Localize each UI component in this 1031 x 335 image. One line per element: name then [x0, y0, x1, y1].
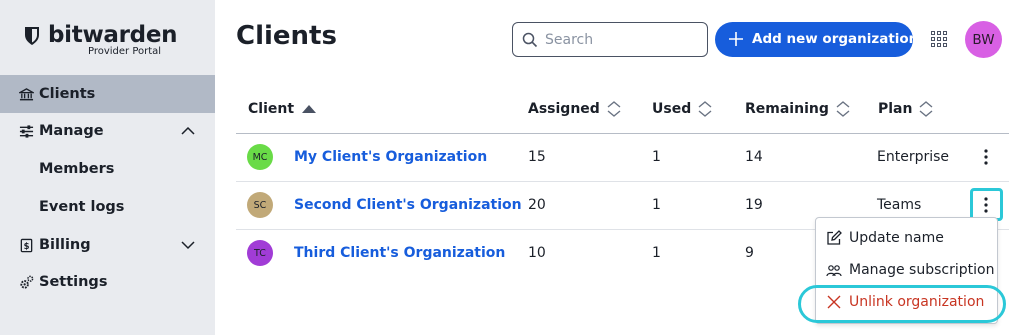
column-header-label: Remaining: [745, 101, 829, 117]
column-header-remaining[interactable]: Remaining: [745, 101, 850, 117]
assigned-cell: 10: [528, 245, 546, 261]
unlink-highlight: [798, 285, 1006, 323]
sidebar-item-event-logs[interactable]: Event logs: [0, 188, 215, 226]
edit-icon: [827, 230, 842, 245]
remaining-cell: 14: [745, 149, 763, 165]
plan-cell: Enterprise: [877, 149, 950, 165]
add-button-label: Add new organization: [752, 31, 919, 47]
sidebar-item-label: Members: [39, 161, 115, 177]
plan-cell: Teams: [877, 197, 922, 213]
sidebar-item-label: Event logs: [39, 199, 125, 215]
assigned-cell: 15: [528, 149, 546, 165]
column-header-label: Assigned: [528, 101, 600, 117]
sidebar-item-label: Settings: [39, 274, 108, 290]
search-input[interactable]: [545, 29, 695, 51]
chevron-down-icon: [181, 241, 195, 250]
menu-item-label: Update name: [849, 230, 944, 246]
row-divider: [236, 181, 1009, 182]
add-new-organization-button[interactable]: Add new organization: [715, 22, 918, 57]
org-name-link[interactable]: My Client's Organization: [294, 149, 487, 165]
row-options-icon[interactable]: [978, 147, 994, 167]
column-header-label: Client: [248, 101, 295, 117]
product-switcher-icon[interactable]: [931, 31, 947, 47]
table-header-divider: [236, 133, 1009, 134]
users-icon: [826, 265, 842, 277]
shield-icon: [25, 27, 39, 45]
column-header-client[interactable]: Client: [248, 101, 317, 117]
org-avatar: TC: [247, 240, 273, 266]
assigned-cell: 20: [528, 197, 546, 213]
chevron-up-icon: [181, 126, 195, 135]
sort-icon: [698, 101, 712, 117]
org-name-link[interactable]: Second Client's Organization: [294, 197, 522, 213]
sidebar: bitwarden Provider Portal Clients Manage…: [0, 0, 215, 335]
bitwarden-logo[interactable]: bitwarden Provider Portal: [24, 22, 178, 64]
sidebar-item-clients[interactable]: Clients: [0, 75, 215, 113]
used-cell: 1: [652, 197, 661, 213]
sidebar-item-label: Clients: [39, 86, 96, 102]
plus-icon: [729, 32, 743, 46]
user-avatar[interactable]: BW: [965, 21, 1002, 58]
column-header-assigned[interactable]: Assigned: [528, 101, 621, 117]
billing-icon: $: [18, 237, 34, 253]
org-avatar: SC: [247, 192, 273, 218]
org-avatar: MC: [247, 144, 273, 170]
sidebar-item-label: Manage: [39, 123, 104, 139]
page-title: Clients: [236, 21, 337, 51]
column-header-label: Used: [652, 101, 692, 117]
org-name-link[interactable]: Third Client's Organization: [294, 245, 505, 261]
brand-name: bitwarden: [48, 22, 178, 48]
used-cell: 1: [652, 245, 661, 261]
sort-icon: [920, 101, 933, 117]
sort-icon: [836, 101, 850, 117]
svg-text:$: $: [23, 240, 29, 250]
sidebar-item-members[interactable]: Members: [0, 150, 215, 188]
column-header-plan[interactable]: Plan: [878, 101, 933, 117]
brand-subtitle: Provider Portal: [88, 46, 162, 57]
remaining-cell: 9: [745, 245, 754, 261]
used-cell: 1: [652, 149, 661, 165]
sliders-icon: [18, 123, 34, 139]
menu-item-manage-subscription[interactable]: Manage subscription: [816, 255, 999, 285]
column-header-label: Plan: [878, 101, 913, 117]
sidebar-item-settings[interactable]: Settings: [0, 263, 215, 301]
menu-item-label: Manage subscription: [849, 262, 995, 278]
search-box[interactable]: [512, 22, 708, 57]
cogs-icon: [18, 274, 34, 290]
remaining-cell: 19: [745, 197, 763, 213]
sort-icon: [607, 101, 621, 117]
bank-icon: [18, 86, 34, 102]
sidebar-item-manage[interactable]: Manage: [0, 112, 215, 150]
sidebar-item-billing[interactable]: $ Billing: [0, 226, 215, 264]
column-header-used[interactable]: Used: [652, 101, 712, 117]
search-icon: [522, 32, 538, 48]
sidebar-item-label: Billing: [39, 237, 91, 253]
sort-ascending-icon: [302, 105, 317, 113]
menu-item-update-name[interactable]: Update name: [816, 223, 999, 253]
